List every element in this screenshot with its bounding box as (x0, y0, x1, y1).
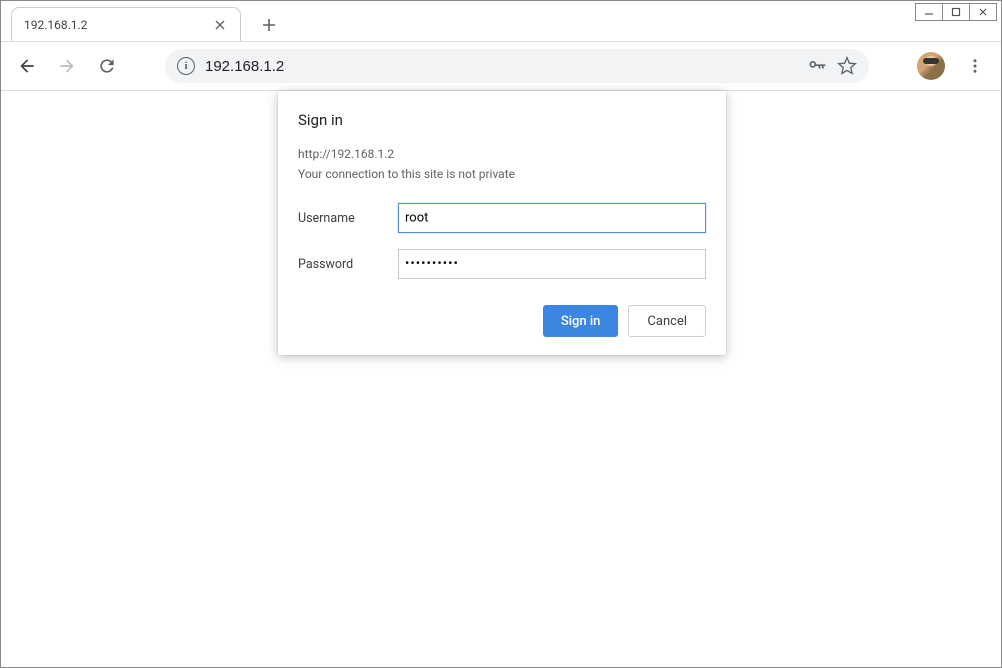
dialog-warning: Your connection to this site is not priv… (298, 167, 706, 181)
bookmark-star-icon[interactable] (837, 56, 857, 76)
minimize-button[interactable] (915, 3, 943, 21)
http-auth-dialog: Sign in http://192.168.1.2 Your connecti… (278, 91, 726, 355)
forward-button[interactable] (49, 48, 85, 84)
chrome-menu-button[interactable] (957, 48, 993, 84)
dialog-title: Sign in (298, 111, 706, 129)
url-input[interactable] (205, 58, 797, 75)
username-row: Username root (298, 203, 706, 233)
tab-strip: 192.168.1.2 (1, 1, 1001, 41)
site-info-icon[interactable]: i (177, 57, 195, 75)
browser-tab[interactable]: 192.168.1.2 (11, 7, 241, 41)
password-row: Password •••••••••• (298, 249, 706, 279)
dialog-url: http://192.168.1.2 (298, 147, 706, 161)
saved-password-key-icon[interactable] (807, 56, 827, 76)
dialog-actions: Sign in Cancel (298, 305, 706, 337)
tab-close-icon[interactable] (212, 17, 228, 33)
page-content: Sign in http://192.168.1.2 Your connecti… (1, 91, 1001, 667)
reload-button[interactable] (89, 48, 125, 84)
password-input[interactable] (398, 249, 706, 279)
tab-title: 192.168.1.2 (24, 18, 212, 32)
signin-button[interactable]: Sign in (543, 305, 619, 337)
window-close-button[interactable] (969, 3, 997, 21)
username-input[interactable] (398, 203, 706, 233)
back-button[interactable] (9, 48, 45, 84)
profile-avatar[interactable] (917, 52, 945, 80)
new-tab-button[interactable] (255, 11, 283, 39)
address-bar[interactable]: i (165, 49, 869, 83)
maximize-button[interactable] (942, 3, 970, 21)
password-label: Password (298, 257, 398, 272)
window-controls (916, 3, 997, 21)
browser-toolbar: i (1, 41, 1001, 91)
cancel-button[interactable]: Cancel (628, 305, 706, 337)
username-label: Username (298, 211, 398, 226)
